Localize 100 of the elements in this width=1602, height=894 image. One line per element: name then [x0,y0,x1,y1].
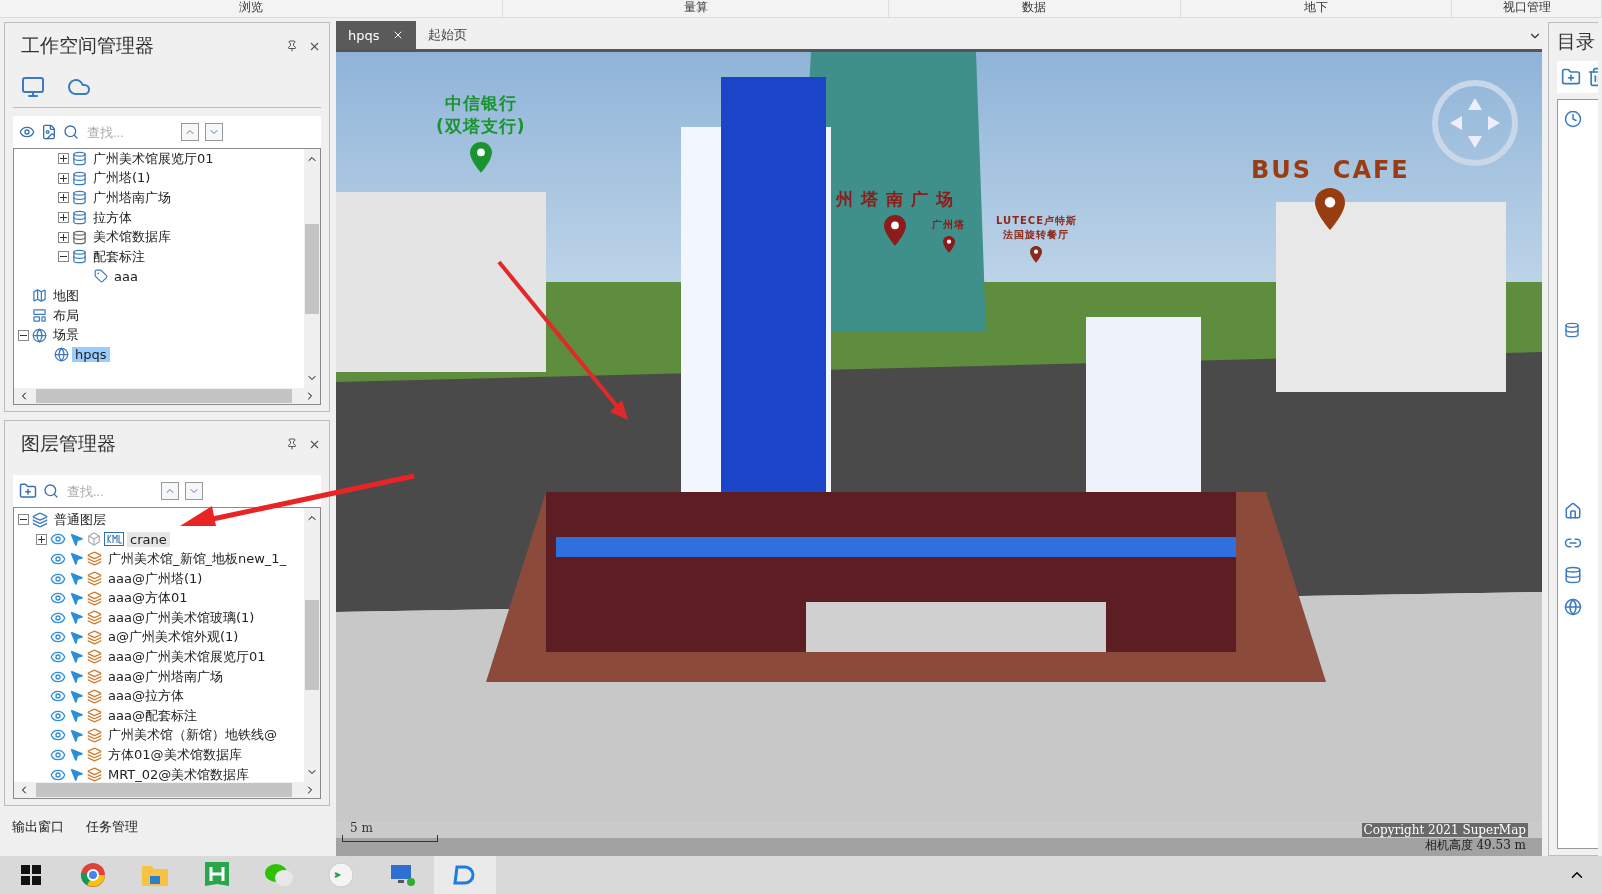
model-icon [87,767,102,782]
model-icon [87,708,102,724]
layer-item[interactable]: a@广州美术馆外观(1) [105,628,242,647]
layer-item[interactable]: 方体01@美术馆数据库 [105,745,245,764]
model-icon [87,649,102,665]
model-icon [87,551,102,567]
placemark-label: LUTECE卢特斯 [996,214,1077,228]
search-icon[interactable] [63,124,79,140]
search-field[interactable]: 查找... [65,482,155,500]
vertical-scrollbar[interactable] [304,508,320,782]
expand-toggle[interactable] [36,533,47,545]
view-icon[interactable] [19,124,35,140]
layer-item[interactable]: crane [127,531,170,547]
map-icon [32,288,47,304]
panel-title: 工作空间管理器 [21,33,155,58]
tree-item[interactable]: 地图 [50,286,82,305]
layer-item[interactable]: aaa@方体01 [105,589,191,608]
document-tab[interactable]: hpqs [336,21,416,49]
layout-icon [32,308,47,324]
placemark-label: (双塔支行) [436,115,526,138]
horizontal-scrollbar[interactable] [14,388,320,404]
layer-item[interactable]: aaa@广州塔南广场 [105,667,226,686]
ribbon-group-label: 视口管理 [1452,0,1602,17]
tree-item[interactable]: 广州塔南广场 [90,189,174,207]
map-pin-icon[interactable] [883,215,906,246]
map-pin-icon[interactable] [942,236,955,253]
tree-item[interactable]: 广州塔(1) [90,169,154,188]
expand-toggle[interactable] [58,153,69,165]
horizontal-scrollbar[interactable] [14,782,320,798]
map-pin-icon[interactable] [1030,246,1043,263]
camera-height-text: 相机高度 49.53 m [1423,837,1527,854]
model-icon [87,688,102,704]
tree-item[interactable]: 广州美术馆展览厅01 [90,149,217,168]
layer-item[interactable]: aaa@广州美术馆展览厅01 [105,647,269,666]
tree-item[interactable]: hpqs [72,347,110,363]
placemark-label: 广州塔 [932,218,965,232]
collapse-toggle[interactable] [18,514,29,526]
panel-title: 图层管理器 [21,431,117,456]
database-icon [72,229,87,245]
panel-tab[interactable]: 任务管理 [86,818,138,836]
copyright-text: Copyright 2021 SuperMap [1361,823,1528,837]
layer-item[interactable]: aaa@广州塔(1) [105,569,206,588]
model-icon [87,669,102,685]
map-pin-icon[interactable] [469,142,492,173]
tree-item[interactable]: 拉方体 [90,208,135,227]
document-tab[interactable]: 起始页 [415,21,479,49]
model-icon [87,629,102,645]
layer-item[interactable]: aaa@拉方体 [105,687,187,706]
placemark-label: 中信银行 [444,92,517,115]
layer-item[interactable]: MRT_02@美术馆数据库 [105,765,253,782]
layer-item[interactable]: aaa@配套标注 [105,706,200,725]
layer-item[interactable]: 广州美术馆（新馆）地铁线@ [105,726,280,745]
tree-item[interactable]: 美术馆数据库 [90,228,174,247]
panel-title: 目录 [1557,29,1596,54]
map-pin-icon[interactable] [1315,188,1346,230]
vertical-scrollbar[interactable] [304,149,320,388]
tree-item[interactable]: 配套标注 [90,247,148,266]
model-icon [87,590,102,606]
model-icon [87,747,102,763]
database-icon [72,170,87,186]
collapse-toggle[interactable] [58,251,69,263]
collapse-toggle[interactable] [18,329,29,341]
layer-group-icon [32,511,48,528]
tree-item[interactable]: aaa [111,268,141,284]
local-workspace-icon[interactable] [21,75,45,99]
pin-icon[interactable] [286,40,298,52]
move-up-button[interactable] [181,123,199,141]
expand-toggle[interactable] [58,212,69,224]
search-icon[interactable] [43,483,59,499]
database-icon [72,249,87,265]
new-folder-icon[interactable] [1561,67,1581,87]
label-icon [94,269,108,284]
model-icon [87,727,102,743]
tree-item[interactable]: 普通图层 [51,510,109,529]
document-icon[interactable] [41,124,57,140]
globe-icon [54,347,69,363]
ribbon-group-label: 数据 [888,0,1181,17]
model-icon [87,571,102,587]
layer-item[interactable]: aaa@广州美术馆玻璃(1) [105,608,258,627]
ribbon-group-label: 量算 [503,0,889,17]
search-field[interactable]: 查找... [85,123,175,141]
add-layer-icon[interactable] [19,482,37,500]
panel-tab[interactable]: 输出窗口 [12,818,64,836]
move-down-button[interactable] [185,482,203,500]
kml-file-icon [104,532,124,547]
expand-toggle[interactable] [58,192,69,204]
pin-icon[interactable] [286,438,298,450]
expand-toggle[interactable] [58,172,69,184]
tree-item[interactable]: 布局 [50,306,82,325]
placemark-label: 州 塔 南 广 场 [836,188,954,211]
move-down-button[interactable] [205,123,223,141]
tree-item[interactable]: 场景 [50,326,82,345]
scene-view[interactable]: 中信银行 (双塔支行) 州 塔 南 广 场 广州塔 LUTECE卢特斯 法国旋转餐厅 BUS CAFE 5 m Copyright 2021 SuperMap 相机高度 49.53 m [336,52,1542,856]
model-icon [87,610,102,626]
ide-app-icon[interactable] [434,856,496,894]
layer-item[interactable]: 广州美术馆_新馆_地板new_1_ [105,550,290,568]
scale-label: 5 m [349,821,374,835]
move-up-button[interactable] [161,482,179,500]
database-icon [72,190,87,206]
expand-toggle[interactable] [58,231,69,243]
